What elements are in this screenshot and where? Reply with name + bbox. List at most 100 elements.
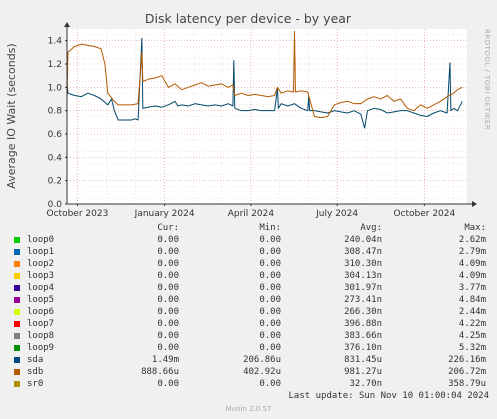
legend-swatch — [14, 321, 20, 327]
legend-row: loop2 0.00 0.00 310.30n 4.09m — [0, 259, 497, 271]
legend-avg: 310.30n — [344, 259, 382, 269]
legend-avg: 266.30n — [344, 307, 382, 317]
legend-min: 0.00 — [259, 343, 281, 353]
legend-cur: 0.00 — [157, 271, 179, 281]
legend-row: loop3 0.00 0.00 304.13n 4.09m — [0, 271, 497, 283]
legend-cur: 0.00 — [157, 283, 179, 293]
legend-header-cur: Cur: — [157, 223, 179, 233]
legend-max: 4.22m — [458, 319, 486, 329]
legend-avg: 383.66n — [344, 331, 382, 341]
legend-name: loop8 — [27, 331, 55, 341]
legend-name: loop4 — [27, 283, 55, 293]
legend-row: sda 1.49m 206.86u 831.45u 226.16m — [0, 355, 497, 367]
legend-max: 358.79u — [448, 379, 486, 389]
y-tick-label: 0.6 — [48, 130, 63, 140]
legend-name: loop3 — [27, 271, 55, 281]
legend-name: sda — [27, 355, 44, 365]
y-tick-label: 0.8 — [48, 107, 63, 117]
legend-max: 2.79m — [458, 247, 486, 257]
legend-min: 0.00 — [259, 259, 281, 269]
legend-avg: 981.27u — [344, 367, 382, 377]
legend-cur: 0.00 — [157, 379, 179, 389]
legend-swatch — [14, 345, 20, 351]
legend-min: 402.92u — [243, 367, 281, 377]
legend-cur: 0.00 — [157, 295, 179, 305]
legend-min: 0.00 — [259, 379, 281, 389]
legend-name: sdb — [27, 367, 44, 377]
legend-cur: 1.49m — [151, 355, 179, 365]
legend-avg: 273.41n — [344, 295, 382, 305]
x-tick-label: October 2024 — [393, 209, 455, 219]
y-axis-label: Average IO Wait (seconds) — [5, 43, 18, 188]
legend-row: loop4 0.00 0.00 301.97n 3.77m — [0, 283, 497, 295]
legend-cur: 0.00 — [157, 307, 179, 317]
legend-avg: 396.88n — [344, 319, 382, 329]
legend-swatch — [14, 297, 20, 303]
x-axis-arrow — [472, 201, 477, 207]
legend-swatch — [14, 249, 20, 255]
legend-cur: 0.00 — [157, 343, 179, 353]
legend-avg: 376.10n — [344, 343, 382, 353]
munin-version: Munin 2.0.57 — [225, 405, 272, 413]
legend-row: loop5 0.00 0.00 273.41n 4.84m — [0, 295, 497, 307]
legend-row: loop0 0.00 0.00 240.04n 2.62m — [0, 235, 497, 247]
legend-max: 206.72m — [448, 367, 486, 377]
legend-min: 0.00 — [259, 331, 281, 341]
legend-row: loop8 0.00 0.00 383.66n 4.25m — [0, 331, 497, 343]
x-tick-label: April 2024 — [228, 209, 275, 219]
y-axis-arrow — [64, 22, 70, 27]
legend-cur: 0.00 — [157, 319, 179, 329]
legend-min: 0.00 — [259, 295, 281, 305]
y-tick-label: 1.2 — [48, 60, 62, 70]
legend-max: 5.32m — [458, 343, 486, 353]
legend-name: loop5 — [27, 295, 55, 305]
legend-max: 4.09m — [458, 259, 486, 269]
legend-name: loop6 — [27, 307, 55, 317]
y-ticks: 0.00.20.40.60.81.01.21.4 — [48, 37, 67, 210]
legend-cur: 0.00 — [157, 235, 179, 245]
legend-max: 4.84m — [458, 295, 486, 305]
legend-header: Cur: Min: Avg: Max: — [0, 223, 497, 235]
legend-min: 0.00 — [259, 235, 281, 245]
legend-name: loop0 — [27, 235, 55, 245]
legend-min: 0.00 — [259, 271, 281, 281]
legend-swatch — [14, 309, 20, 315]
legend-min: 0.00 — [259, 319, 281, 329]
legend-swatch — [14, 273, 20, 279]
legend: loop0 0.00 0.00 240.04n 2.62m loop1 0.00 0.00 30… — [0, 235, 497, 391]
legend-max: 2.44m — [458, 307, 486, 317]
legend-cur: 0.00 — [157, 259, 179, 269]
legend-row: loop1 0.00 0.00 308.47n 2.79m — [0, 247, 497, 259]
legend-header-min: Min: — [259, 223, 281, 233]
legend-min: 0.00 — [259, 283, 281, 293]
legend-name: loop9 — [27, 343, 55, 353]
legend-max: 4.25m — [458, 331, 486, 341]
legend-name: loop2 — [27, 259, 55, 269]
legend-max: 4.09m — [458, 271, 486, 281]
y-tick-label: 0.2 — [48, 177, 62, 187]
legend-avg: 32.70n — [349, 379, 382, 389]
y-tick-label: 1.0 — [48, 83, 63, 93]
legend-swatch — [14, 369, 20, 375]
last-update: Last update: Sun Nov 10 01:00:04 2024 — [288, 391, 489, 401]
rrdtool-label: RRDTOOL / TOBI OETIKER — [483, 29, 491, 130]
legend-avg: 301.97n — [344, 283, 382, 293]
y-tick-label: 0.4 — [48, 153, 63, 163]
legend-max: 2.62m — [458, 235, 486, 245]
legend-header-avg: Avg: — [360, 223, 382, 233]
legend-swatch — [14, 381, 20, 387]
legend-min: 0.00 — [259, 247, 281, 257]
legend-swatch — [14, 333, 20, 339]
chart-title: Disk latency per device - by year — [145, 11, 352, 26]
x-ticks: October 2023 January 2024 April 2024 July 2… — [47, 204, 456, 219]
legend-min: 206.86u — [243, 355, 281, 365]
x-tick-label: January 2024 — [134, 209, 195, 219]
chart: 0.00.20.40.60.81.01.21.4 October 2023 Jan… — [5, 11, 491, 219]
legend-min: 0.00 — [259, 307, 281, 317]
legend-swatch — [14, 237, 20, 243]
legend-row: loop6 0.00 0.00 266.30n 2.44m — [0, 307, 497, 319]
legend-avg: 831.45u — [344, 355, 382, 365]
x-tick-label: October 2023 — [47, 209, 109, 219]
legend-name: loop7 — [27, 319, 55, 329]
legend-header-max: Max: — [464, 223, 486, 233]
